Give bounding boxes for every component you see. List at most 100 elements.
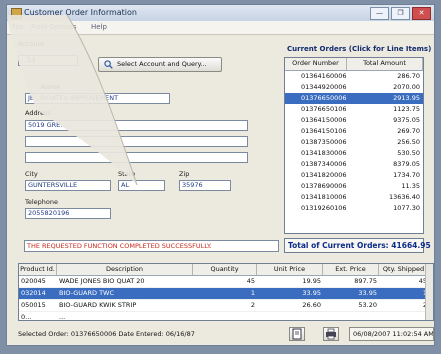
order-row[interactable]: 01376650106 1123.75 [285,104,423,115]
order-row[interactable]: 01344920006 2070.00 [285,82,423,93]
orders-header-order-number[interactable]: Order Number [285,58,347,70]
select-account-button[interactable]: Select Account and Query... [98,57,222,72]
line-items-table: Product Id. Description Quantity Unit Pr… [18,263,434,321]
order-row[interactable]: 01364160006 286.70 [285,71,423,82]
window-title: Customer Order Information [24,8,137,17]
order-total-cell: 1734.70 [393,171,420,179]
print-button[interactable] [323,327,339,341]
order-row[interactable]: 01319260106 1077.30 [285,203,423,214]
order-row[interactable]: 01364150006 9375.05 [285,115,423,126]
order-number-cell: 01341830006 [301,149,347,157]
city-field[interactable]: GUNTERSVILLE [25,180,111,191]
document-icon [292,328,302,340]
order-total-cell: 2913.95 [393,94,420,102]
order-number-cell: 01387350006 [301,138,347,146]
line-item-row[interactable]: 0...... [19,312,433,321]
order-total-cell: 530.50 [397,149,420,157]
quantity-cell [193,312,257,320]
menu-file[interactable]: File [12,23,24,31]
selected-order-info: Selected Order: 01376650006 Date Entered… [18,330,195,338]
quantity-cell: 45 [246,277,255,285]
line-item-row[interactable]: 050015BIO-GUARD KWIK STRIP226.6053.202 [19,300,433,312]
maximize-button[interactable]: ❐ [391,7,410,20]
address-label: Address [25,109,51,117]
ext-price-cell: 33.95 [358,289,377,297]
close-button[interactable]: ✕ [412,7,431,20]
line-items-body: 020045 WADE JONES BIO QUAT 20 45 19.95 897.7… [19,276,433,321]
unit-price-cell: 26.60 [302,301,321,309]
line-item-row[interactable]: 020045 WADE JONES BIO QUAT 20 45 19.95 897.7… [19,276,433,288]
order-number-cell: 01364150006 [301,116,347,124]
order-row[interactable]: 01341820006 1734.70 [285,170,423,181]
order-total-cell: 8379.05 [393,160,420,168]
description-cell: ... [59,313,66,321]
line-items-scrollbar[interactable] [425,264,433,320]
line-item-row[interactable]: 032014BIO-GUARD TWC133.9533.951 [19,288,433,300]
order-row[interactable]: 01387350006 256.50 [285,137,423,148]
address-line-3-field[interactable] [25,152,248,163]
app-icon [11,8,22,19]
lines-header-product-id[interactable]: Product Id. [19,264,57,275]
account-field[interactable]: ...53 [18,55,78,66]
order-number-cell: 01364160006 [301,72,347,80]
lines-header-ext-price[interactable]: Ext. Price [323,264,379,275]
qty-shipped-cell [379,312,429,320]
order-total-cell: 286.70 [397,72,420,80]
order-total-cell: 1077.30 [393,204,420,212]
product-id-cell: 0... [21,313,32,321]
order-number-cell: 01387340006 [301,160,347,168]
line-items-header: Product Id. Description Quantity Unit Pr… [19,264,433,276]
order-row[interactable]: 01364150106 269.70 [285,126,423,137]
order-row[interactable]: 01387340006 8379.05 [285,159,423,170]
orders-table: Order Number Total Amount 01364160006 286… [284,57,424,234]
city-label: City [25,170,38,178]
name-field[interactable]: JE...OCIATES IMPROVEMENT [25,93,170,104]
document-button[interactable] [289,327,305,341]
ext-price-cell: 53.20 [358,301,377,309]
unit-price-cell: 19.95 [302,277,321,285]
orders-header: Order Number Total Amount [285,58,423,71]
orders-header-total-amount[interactable]: Total Amount [347,58,423,70]
order-row[interactable]: 01341830006 530.50 [285,148,423,159]
order-total-cell: 269.70 [397,127,420,135]
address-line-2-field[interactable] [25,136,248,147]
product-id-cell: 032014 [21,289,46,297]
menu-field-options[interactable]: Field Options [31,23,76,31]
title-bar: Customer Order Information — ❐ ✕ [7,5,434,22]
menu-help[interactable]: Help [91,23,107,31]
search-icon [104,60,113,69]
minimize-button[interactable]: — [370,7,389,20]
lines-header-quantity[interactable]: Quantity [193,264,257,275]
telephone-label: Telephone [25,198,59,206]
qty-shipped-cell: 2 [379,300,429,311]
order-number-cell: 01364150106 [301,127,347,135]
order-total-cell: 13636.40 [388,193,420,201]
description-cell: WADE JONES BIO QUAT 20 [59,277,145,285]
state-field[interactable]: AL [118,180,165,191]
lines-header-unit-price[interactable]: Unit Price [257,264,323,275]
printer-icon [326,328,336,340]
order-total-cell: 1123.75 [393,105,420,113]
product-id-cell: 050015 [21,301,46,309]
order-row[interactable]: 01341810006 13636.40 [285,192,423,203]
date-time-display: 06/08/2007 11:02:54 AM [349,327,434,341]
address-line-1-field[interactable]: 5019 GRE... [25,120,248,131]
ext-price-cell [323,312,379,320]
lines-header-qty-shipped[interactable]: Qty. Shipped [379,264,429,275]
description-cell: BIO-GUARD KWIK STRIP [59,301,137,309]
order-row[interactable]: 01378690006 11.35 [285,181,423,192]
select-account-label: Select Account and Query... [117,60,207,68]
lines-header-description[interactable]: Description [57,264,193,275]
qty-shipped-cell: 1 [379,288,429,299]
order-number-cell: 01378690006 [301,182,347,190]
order-row[interactable]: 01376650006 2913.95 [285,93,423,104]
zip-label: Zip [179,170,190,178]
telephone-field[interactable]: 2055820196 [25,208,111,219]
order-number-cell: 01376650106 [301,105,347,113]
zip-field[interactable]: 35976 [179,180,231,191]
unit-price-cell [257,312,323,320]
quantity-cell: 1 [250,289,255,297]
customer-order-window: Customer Order Information — ❐ ✕ File Fi… [6,4,435,346]
ext-price-cell: 897.75 [354,277,377,285]
order-number-cell: 01319260106 [301,204,347,212]
